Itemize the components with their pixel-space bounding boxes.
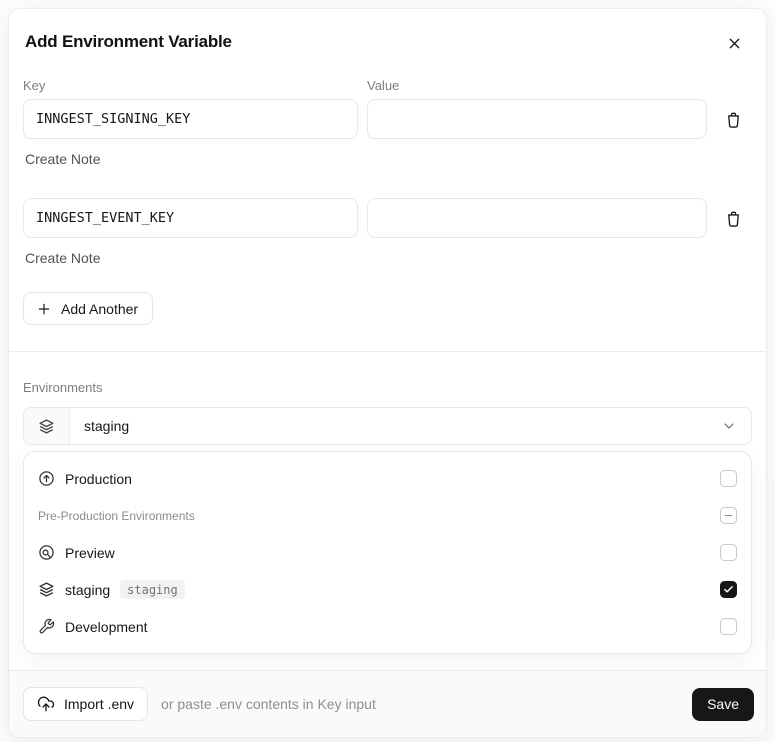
environments-label: Environments	[23, 380, 103, 395]
value-input[interactable]	[367, 99, 707, 139]
chevron-cell	[721, 408, 751, 444]
create-note-button[interactable]: Create Note	[23, 151, 100, 167]
env-option-label: Production	[65, 470, 132, 487]
env-branch-badge: staging	[120, 580, 185, 599]
env-option-development[interactable]: Development	[24, 608, 751, 645]
env-option-label: Preview	[65, 544, 115, 561]
add-another-label: Add Another	[61, 300, 139, 317]
close-button[interactable]	[722, 31, 746, 55]
cloud-upload-icon	[37, 695, 55, 713]
env-option-label: staging	[65, 581, 111, 598]
arrow-up-circle-icon	[38, 470, 55, 487]
checkbox-development[interactable]	[720, 618, 737, 635]
import-env-button[interactable]: Import .env	[23, 687, 149, 721]
field-labels: Key Value	[23, 78, 752, 93]
key-label: Key	[23, 78, 46, 93]
dialog-header: Add Environment Variable	[9, 9, 766, 52]
env-option-preview[interactable]: Preview	[24, 534, 751, 571]
checkbox-production[interactable]	[720, 470, 737, 487]
layers-icon	[38, 418, 55, 435]
delete-row-button[interactable]	[718, 104, 748, 134]
env-var-row	[23, 198, 752, 238]
checkbox-preview[interactable]	[720, 544, 737, 561]
plus-icon	[36, 301, 52, 317]
section-divider	[9, 351, 766, 352]
dialog-footer: Import .env or paste .env contents in Ke…	[9, 670, 766, 737]
add-another-button[interactable]: Add Another	[23, 292, 154, 325]
dialog-title: Add Environment Variable	[25, 32, 232, 51]
environments-select[interactable]: staging	[23, 407, 752, 445]
env-option-staging[interactable]: staging staging	[24, 571, 751, 608]
chevron-down-icon	[721, 418, 737, 434]
save-button[interactable]: Save	[692, 687, 754, 721]
create-note-button[interactable]: Create Note	[23, 250, 100, 266]
layers-icon	[38, 581, 55, 598]
dialog-body: Key Value Create Note Create Note	[9, 78, 766, 654]
environments-dropdown: Production Pre-Production Environments P…	[23, 451, 752, 654]
trash-icon	[724, 109, 743, 130]
select-icon-cell	[24, 408, 70, 444]
env-option-production[interactable]: Production	[24, 460, 751, 497]
delete-row-button[interactable]	[718, 203, 748, 233]
footer-hint-text: or paste .env contents in Key input	[161, 696, 376, 712]
preview-icon	[38, 544, 55, 561]
env-option-label: Development	[65, 618, 148, 635]
trash-icon	[724, 208, 743, 229]
env-group-preproduction: Pre-Production Environments	[24, 497, 751, 534]
key-input[interactable]	[23, 198, 358, 238]
selected-environment: staging	[84, 418, 130, 434]
add-env-var-dialog: Add Environment Variable Key Value Creat…	[8, 8, 767, 738]
env-var-row	[23, 99, 752, 139]
checkbox-staging[interactable]	[720, 581, 737, 598]
checkbox-preproduction[interactable]	[720, 507, 737, 524]
value-label: Value	[367, 78, 400, 93]
wrench-icon	[38, 618, 55, 635]
key-input[interactable]	[23, 99, 358, 139]
close-icon	[726, 35, 743, 52]
value-input[interactable]	[367, 198, 707, 238]
import-env-label: Import .env	[64, 696, 135, 712]
env-group-label: Pre-Production Environments	[38, 508, 195, 523]
